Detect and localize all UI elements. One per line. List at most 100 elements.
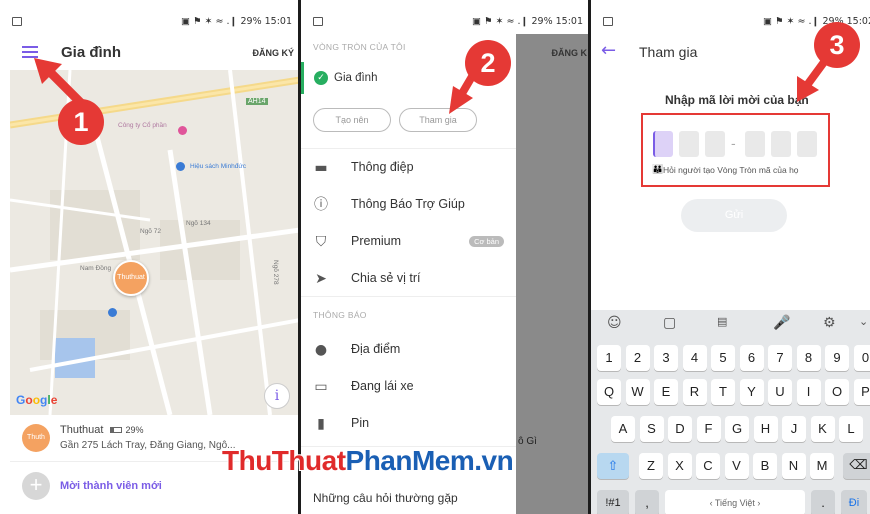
key-k[interactable]: K [810, 416, 835, 442]
key-0[interactable]: 0 [853, 345, 870, 371]
code-input-2[interactable] [679, 131, 699, 157]
key-3[interactable]: 3 [654, 345, 678, 371]
period-key[interactable]: . [811, 490, 835, 514]
plan-badge: Cơ bản [469, 236, 504, 247]
key-y[interactable]: Y [739, 379, 764, 405]
key-n[interactable]: N [781, 453, 806, 479]
keyboard-toolbar: ☺ ▢ ▤ 🎤 ⚙ ⌄ [591, 310, 870, 340]
menu-item-share-location[interactable]: ➤ Chia sẻ vị trí [301, 261, 516, 297]
key-h[interactable]: H [753, 416, 778, 442]
space-key[interactable]: ‹ Tiếng Việt › [665, 490, 805, 514]
menu-item-battery[interactable]: ▮ Pin [301, 406, 516, 442]
battery-icon [110, 427, 123, 434]
menu-item-premium[interactable]: ⛉ Premium Cơ bản [301, 224, 516, 260]
circle-name: Gia đình [334, 72, 378, 84]
code-input-4[interactable] [745, 131, 765, 157]
screen-family-map: ▣ ⚑ ✶ ≈ .❙ 29% 15:01 Gia đình ĐĂNG KÝ AH… [0, 0, 298, 514]
key-e[interactable]: E [654, 379, 678, 405]
key-2[interactable]: 2 [625, 345, 650, 371]
background-text: ô Gì [518, 436, 537, 447]
key-l[interactable]: L [839, 416, 863, 442]
create-circle-button[interactable]: Tạo nên [313, 108, 391, 132]
key-8[interactable]: 8 [796, 345, 821, 371]
key-v[interactable]: V [724, 453, 749, 479]
plus-icon: + [22, 472, 50, 500]
member-name: Thuthuat 29% [60, 424, 144, 436]
code-input-1[interactable] [653, 131, 673, 157]
register-link: ĐĂNG K [551, 48, 588, 58]
key-7[interactable]: 7 [768, 345, 792, 371]
mic-icon[interactable]: 🎤 [773, 315, 790, 331]
map-poi: Hiệu sách Minhđức [190, 163, 247, 170]
emoji-icon[interactable]: ☺ [607, 315, 622, 331]
key-d[interactable]: D [668, 416, 692, 442]
map-pin-pink-icon [178, 126, 187, 135]
code-input-3[interactable] [705, 131, 725, 157]
gear-icon[interactable]: ⚙ [823, 315, 836, 331]
key-r[interactable]: R [682, 379, 707, 405]
key-c[interactable]: C [696, 453, 720, 479]
key-5[interactable]: 5 [711, 345, 735, 371]
key-1[interactable]: 1 [597, 345, 621, 371]
shield-icon: ⛉ [315, 234, 327, 250]
site-watermark: ThuThuatPhanMem.vn [222, 445, 514, 476]
key-o[interactable]: O [825, 379, 849, 405]
comma-key[interactable]: , [635, 490, 659, 514]
info-icon[interactable]: i [264, 383, 290, 409]
key-f[interactable]: F [696, 416, 721, 442]
map-poi: Nam Đồng [80, 265, 112, 272]
key-b[interactable]: B [753, 453, 777, 479]
section-my-circles: VÒNG TRÒN CỦA TÔI [313, 42, 406, 52]
gallery-icon [12, 17, 22, 26]
sticker-icon[interactable]: ▢ [663, 315, 676, 331]
key-t[interactable]: T [711, 379, 735, 405]
key-4[interactable]: 4 [682, 345, 707, 371]
key-a[interactable]: A [611, 416, 635, 442]
gif-icon[interactable]: ▤ [717, 315, 727, 328]
code-separator: - [731, 135, 736, 151]
key-z[interactable]: Z [639, 453, 663, 479]
key-w[interactable]: W [625, 379, 650, 405]
screen-join-circle: ▣ ⚑ ✶ ≈ .❙ 29% 15:02 ← Tham gia Nhập mã … [591, 0, 870, 514]
map-pin-blue-icon [176, 162, 185, 171]
back-arrow-icon[interactable]: ← [601, 40, 616, 61]
key-s[interactable]: S [639, 416, 664, 442]
key-x[interactable]: X [667, 453, 692, 479]
shift-key[interactable]: ⇧ [597, 453, 629, 479]
key-g[interactable]: G [725, 416, 749, 442]
message-icon: ▬ [314, 160, 328, 176]
key-j[interactable]: J [782, 416, 806, 442]
map-poi: Ngõ 278 [272, 260, 279, 285]
symbols-key[interactable]: !#1 [597, 490, 629, 514]
key-9[interactable]: 9 [825, 345, 849, 371]
member-location-pin[interactable]: Thuthuat [113, 260, 149, 296]
family-map[interactable]: AH14 Công ty Cổ phần Hiệu sách Minhđức N… [10, 70, 298, 415]
key-i[interactable]: I [796, 379, 821, 405]
menu-item-places[interactable]: ● Địa điểm [301, 332, 516, 368]
page-title: Tham gia [639, 44, 698, 60]
road-label-ah14: AH14 [246, 98, 268, 105]
step-badge-2: 2 [465, 40, 511, 86]
code-input-6[interactable] [797, 131, 817, 157]
go-key[interactable]: Đi [841, 490, 867, 514]
key-6[interactable]: 6 [739, 345, 764, 371]
avatar: Thuth [22, 424, 50, 452]
chevron-down-icon[interactable]: ⌄ [859, 315, 868, 328]
submit-button[interactable]: Gửi [681, 199, 787, 232]
step-badge-1: 1 [58, 99, 104, 145]
key-q[interactable]: Q [597, 379, 621, 405]
invite-label: Mời thành viên mới [60, 480, 162, 492]
google-logo: Google [16, 393, 58, 407]
key-u[interactable]: U [768, 379, 792, 405]
menu-item-driving[interactable]: ▭ Đang lái xe [301, 369, 516, 405]
register-link[interactable]: ĐĂNG KÝ [252, 48, 294, 58]
backspace-key[interactable]: ⌫ [842, 453, 870, 479]
menu-item-help-alert[interactable]: ⓘ Thông Báo Trợ Giúp [301, 187, 516, 223]
key-m[interactable]: M [810, 453, 834, 479]
drawer-scrim[interactable]: ĐĂNG K ô Gì [516, 34, 589, 514]
key-p[interactable]: P [853, 379, 870, 405]
code-input-5[interactable] [771, 131, 791, 157]
map-poi: Công ty Cổ phần [118, 122, 167, 129]
menu-item-faq[interactable]: Những câu hỏi thường gặp [313, 491, 458, 505]
menu-item-messages[interactable]: ▬ Thông điệp [301, 150, 516, 186]
